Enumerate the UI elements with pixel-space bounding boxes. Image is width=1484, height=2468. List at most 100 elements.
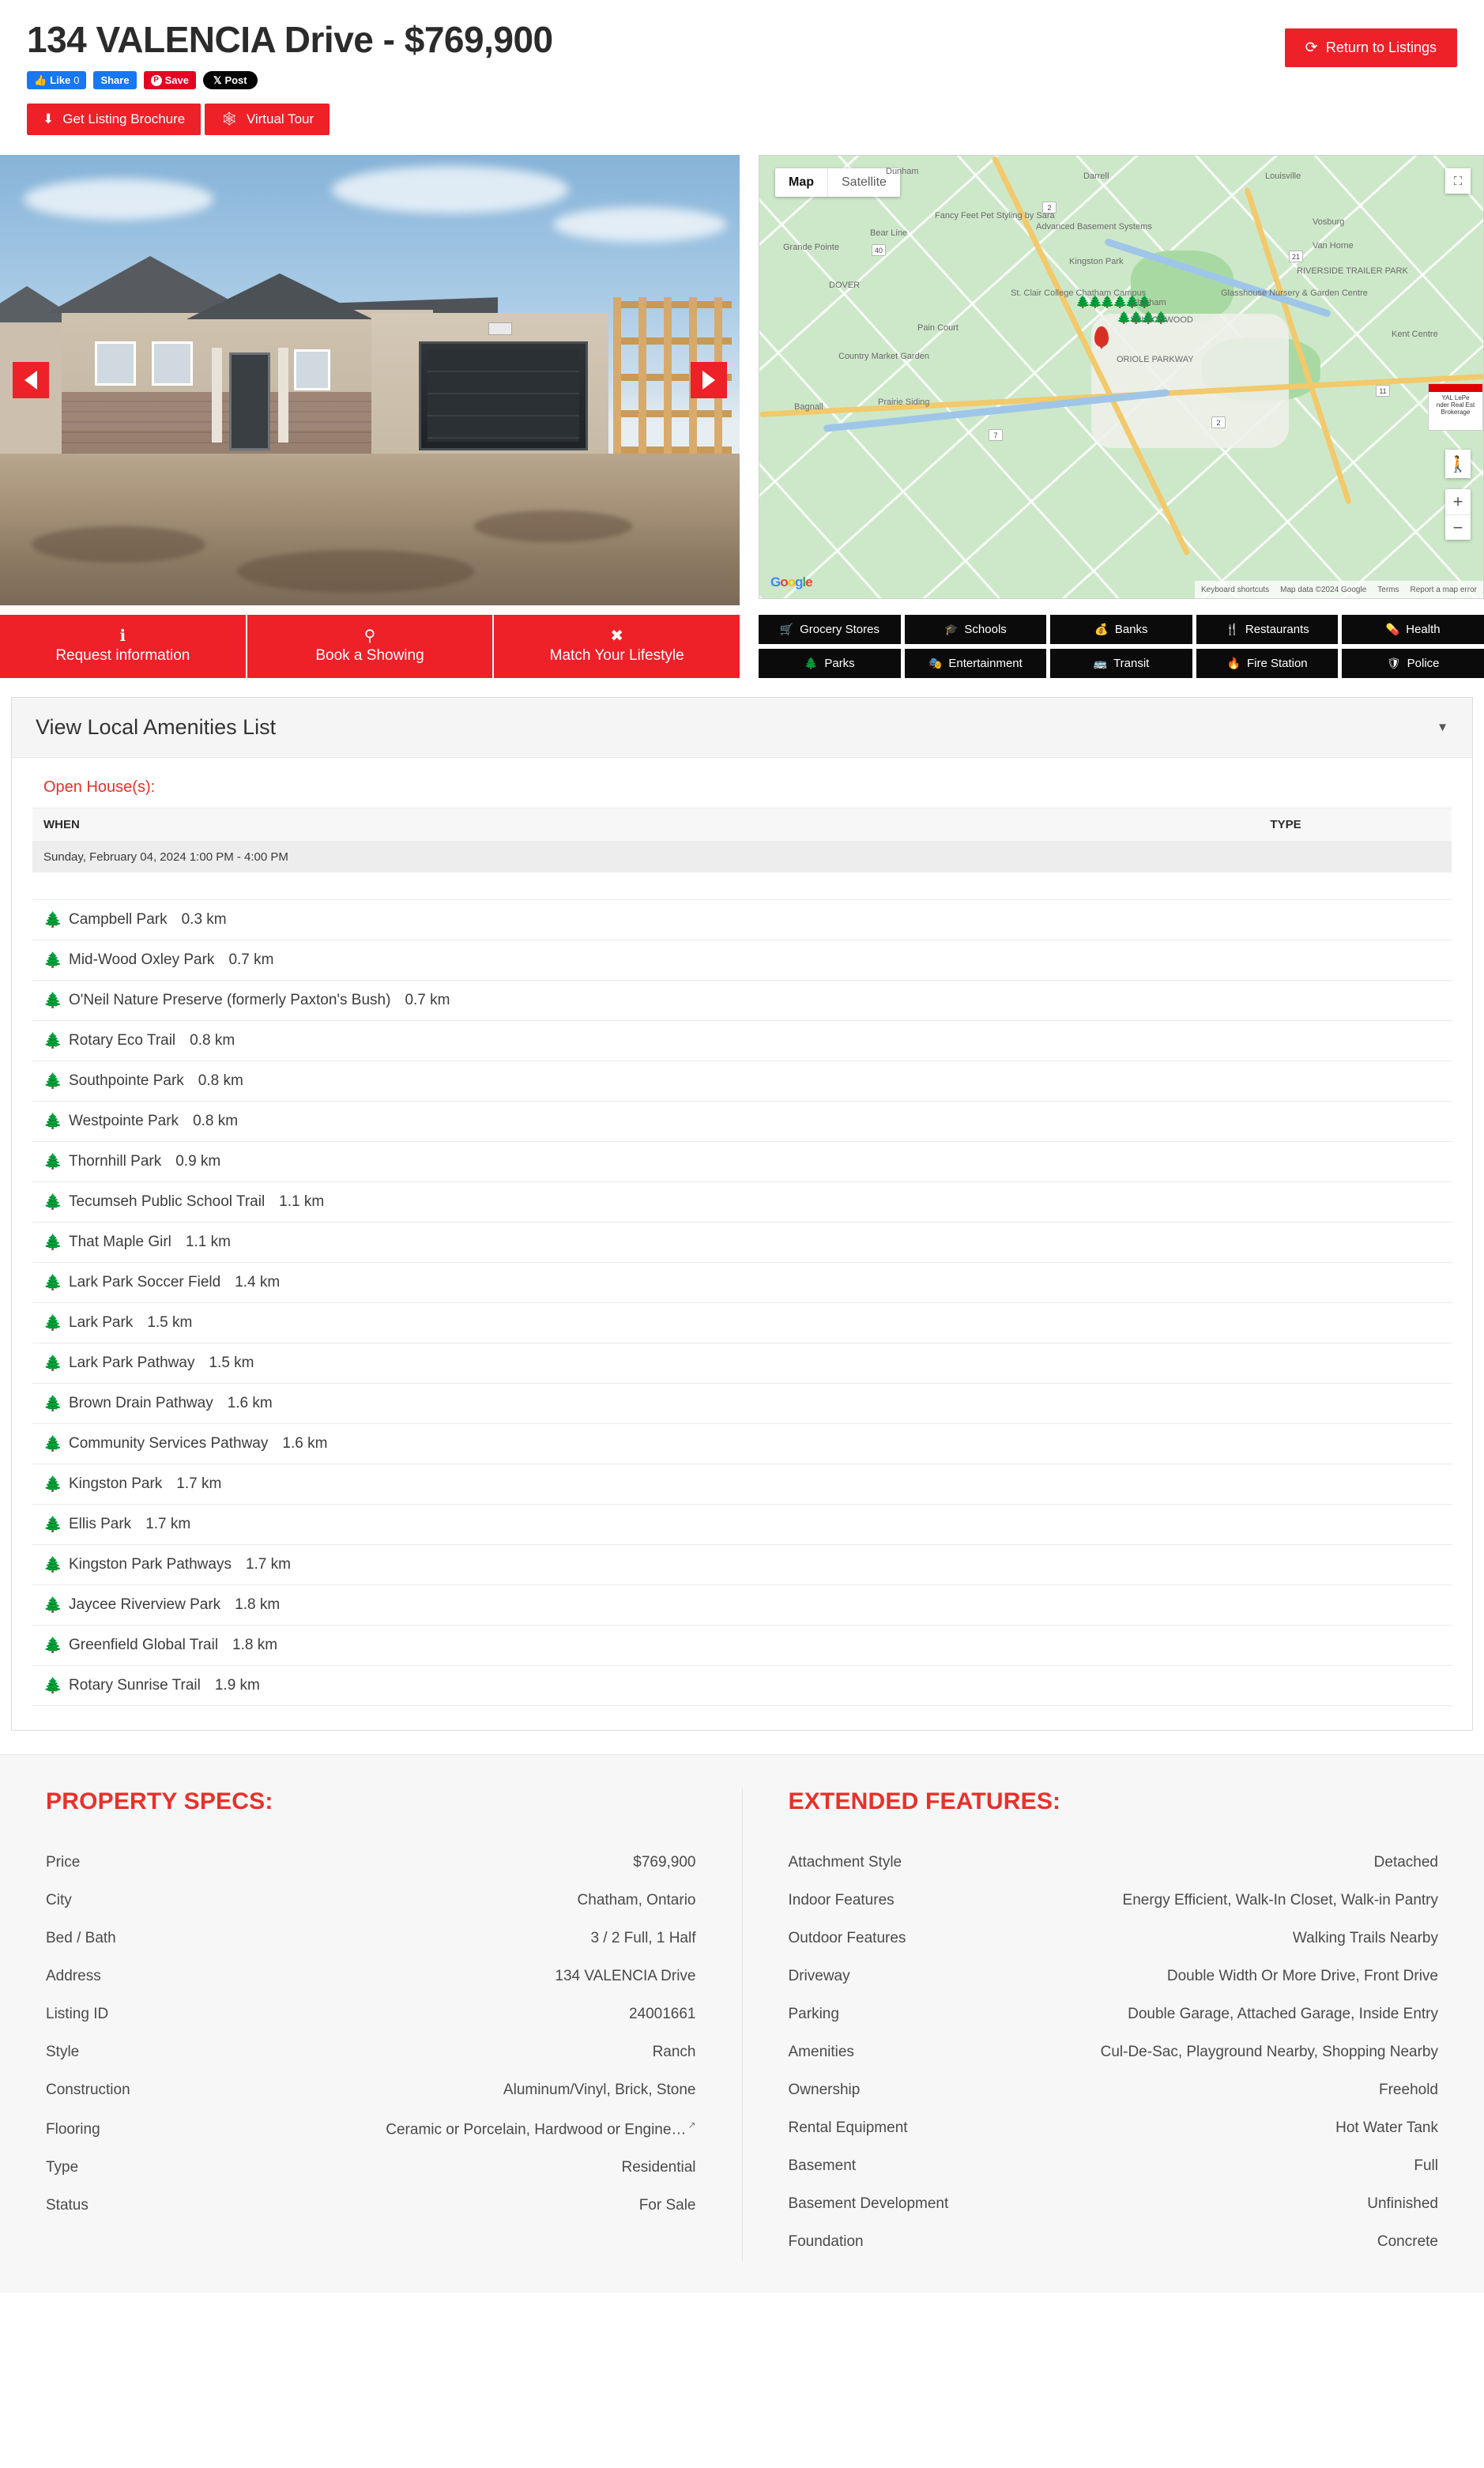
amenities-panel-header[interactable]: View Local Amenities List ▼ bbox=[12, 698, 1472, 758]
property-map-marker[interactable] bbox=[1094, 326, 1109, 347]
map-type-toggle[interactable]: Map Satellite bbox=[775, 168, 900, 197]
map-zoom-controls[interactable]: + − bbox=[1445, 489, 1471, 540]
facebook-share-button[interactable]: Share bbox=[93, 71, 137, 90]
amenity-restaurants-button[interactable]: 🍴 Restaurants bbox=[1196, 615, 1339, 644]
gallery-next-button[interactable] bbox=[691, 362, 727, 398]
request-information-label: Request information bbox=[55, 647, 190, 664]
get-listing-brochure-button[interactable]: ⬇ Get Listing Brochure bbox=[27, 104, 202, 136]
chevron-right-icon bbox=[702, 371, 715, 390]
property-spec-value: 3 / 2 Full, 1 Half bbox=[590, 1930, 696, 1946]
property-spec-row: Listing ID 24001661 bbox=[46, 1995, 696, 2033]
extended-features-title: EXTENDED FEATURES: bbox=[788, 1788, 1061, 1814]
map-report-error-link[interactable]: Report a map error bbox=[1411, 586, 1477, 594]
map-place-label: Chatham bbox=[1131, 298, 1166, 307]
porch-post bbox=[278, 348, 288, 443]
list-item[interactable]: 🌲 Lark Park 1.5 km bbox=[32, 1303, 1452, 1343]
extended-feature-row: Indoor Features Energy Efficient, Walk-In… bbox=[789, 1882, 1439, 1920]
amenity-fire-station-button[interactable]: 🔥 Fire Station bbox=[1196, 648, 1339, 678]
map-place-label: WILSONWOOD bbox=[1131, 315, 1193, 325]
undo-icon: ⟲ bbox=[1305, 40, 1318, 56]
location-map[interactable]: 🌲🌲🌲🌲🌲🌲 🌲🌲🌲🌲 40 2 21 11 2 7 Map Satellite… bbox=[759, 155, 1484, 599]
amenity-name: Kingston Park Pathways bbox=[69, 1556, 232, 1573]
map-route-shield: 7 bbox=[989, 429, 1003, 441]
map-keyboard-shortcuts-link[interactable]: Keyboard shortcuts bbox=[1201, 586, 1269, 594]
list-item[interactable]: 🌲 Campbell Park 0.3 km bbox=[32, 899, 1452, 940]
map-place-label: Dunham bbox=[886, 167, 919, 176]
amenity-entertainment-button[interactable]: 🎭 Entertainment bbox=[904, 648, 1047, 678]
property-spec-row: Address 134 VALENCIA Drive bbox=[46, 1957, 696, 1995]
map-zoom-out-button[interactable]: − bbox=[1445, 514, 1471, 540]
amenity-transit-button[interactable]: 🚌 Transit bbox=[1050, 648, 1192, 678]
list-item[interactable]: 🌲 Westpointe Park 0.8 km bbox=[32, 1102, 1452, 1142]
map-place-label: Country Market Garden bbox=[838, 352, 929, 361]
amenity-health-button[interactable]: 💊 Health bbox=[1342, 615, 1484, 644]
info-icon: ℹ bbox=[119, 627, 126, 645]
map-zoom-in-button[interactable]: + bbox=[1445, 489, 1471, 514]
list-item[interactable]: 🌲 Brown Drain Pathway 1.6 km bbox=[32, 1384, 1452, 1424]
list-item[interactable]: 🌲 Lark Park Pathway 1.5 km bbox=[32, 1343, 1452, 1384]
street-view-pegman[interactable]: 🚶 bbox=[1445, 450, 1471, 478]
map-route-shield: 11 bbox=[1376, 385, 1390, 397]
list-item[interactable]: 🌲 Lark Park Soccer Field 1.4 km bbox=[32, 1263, 1452, 1303]
amenity-name: Kingston Park bbox=[69, 1475, 163, 1492]
list-item[interactable]: 🌲 Ellis Park 1.7 km bbox=[32, 1505, 1452, 1545]
amenity-schools-button[interactable]: 🎓 Schools bbox=[904, 615, 1047, 644]
x-post-button[interactable]: 𝕏 Post bbox=[202, 71, 258, 90]
list-item[interactable]: 🌲 Kingston Park 1.7 km bbox=[32, 1464, 1452, 1505]
amenity-distance: 0.8 km bbox=[190, 1032, 235, 1049]
amenities-panel-title: View Local Amenities List bbox=[36, 715, 277, 739]
amenity-banks-button[interactable]: 💰 Banks bbox=[1050, 615, 1192, 644]
google-logo-letter: o bbox=[780, 575, 788, 590]
open-house-col-type: TYPE bbox=[1120, 808, 1452, 842]
list-item[interactable]: 🌲 That Maple Girl 1.1 km bbox=[32, 1223, 1452, 1263]
amenity-name: That Maple Girl bbox=[69, 1234, 171, 1250]
pinterest-save-button[interactable]: P Save bbox=[143, 71, 196, 90]
extended-feature-value: Full bbox=[1414, 2157, 1438, 2174]
list-item[interactable]: 🌲 Community Services Pathway 1.6 km bbox=[32, 1424, 1452, 1464]
amenity-parks-button[interactable]: 🌲 Parks bbox=[759, 648, 901, 678]
list-item[interactable]: 🌲 Thornhill Park 0.9 km bbox=[32, 1142, 1452, 1182]
extended-feature-row: Amenities Cul-De-Sac, Playground Nearby, … bbox=[789, 2033, 1439, 2071]
request-information-button[interactable]: ℹ Request information bbox=[0, 615, 247, 678]
chevron-down-icon[interactable]: ▼ bbox=[1437, 721, 1448, 734]
map-type-map[interactable]: Map bbox=[775, 168, 827, 197]
primary-actions: ℹ Request information ⚲ Book a Showing ✖… bbox=[0, 615, 740, 678]
return-to-listings-button[interactable]: ⟲ Return to Listings bbox=[1285, 28, 1457, 67]
list-item[interactable]: 🌲 Rotary Eco Trail 0.8 km bbox=[32, 1021, 1452, 1061]
list-item[interactable]: 🌲 Mid-Wood Oxley Park 0.7 km bbox=[32, 940, 1452, 981]
expand-icon[interactable]: ↗ bbox=[687, 2119, 695, 2131]
amenity-name: O'Neil Nature Preserve (formerly Paxton'… bbox=[69, 992, 391, 1008]
property-spec-value: For Sale bbox=[638, 2197, 696, 2214]
property-photo[interactable] bbox=[0, 155, 740, 605]
vr-goggles-icon: 🕸 bbox=[220, 111, 238, 127]
match-your-lifestyle-button[interactable]: ✖ Match Your Lifestyle bbox=[494, 615, 740, 678]
virtual-tour-button[interactable]: 🕸 Virtual Tour bbox=[205, 104, 330, 136]
extended-feature-row: Foundation Concrete bbox=[789, 2223, 1439, 2261]
book-a-showing-label: Book a Showing bbox=[315, 647, 424, 664]
list-item[interactable]: 🌲 Greenfield Global Trail 1.8 km bbox=[32, 1626, 1452, 1666]
list-item[interactable]: 🌲 O'Neil Nature Preserve (formerly Paxton… bbox=[32, 981, 1452, 1021]
extended-feature-key: Outdoor Features bbox=[788, 1930, 906, 1946]
gallery-prev-button[interactable] bbox=[13, 362, 49, 398]
amenity-name: Westpointe Park bbox=[69, 1113, 179, 1129]
chevron-left-icon bbox=[24, 371, 37, 390]
amenity-fire-station-label: Fire Station bbox=[1246, 656, 1308, 670]
front-door bbox=[229, 352, 270, 450]
extended-feature-value: Hot Water Tank bbox=[1335, 2119, 1438, 2136]
extended-feature-row: Driveway Double Width Or More Drive, Fron… bbox=[789, 1957, 1439, 1995]
book-a-showing-button[interactable]: ⚲ Book a Showing bbox=[247, 615, 495, 678]
list-item[interactable]: 🌲 Southpointe Park 0.8 km bbox=[32, 1061, 1452, 1102]
list-item[interactable]: 🌲 Kingston Park Pathways 1.7 km bbox=[32, 1545, 1452, 1585]
property-spec-value[interactable]: Ceramic or Porcelain, Hardwood or Engine… bbox=[386, 2119, 695, 2138]
list-item[interactable]: 🌲 Jaycee Riverview Park 1.8 km bbox=[32, 1585, 1452, 1626]
map-terms-link[interactable]: Terms bbox=[1377, 586, 1399, 594]
porch-post bbox=[212, 348, 222, 443]
amenity-distance: 0.3 km bbox=[181, 911, 227, 928]
map-fullscreen-button[interactable]: ⛶ bbox=[1445, 168, 1471, 194]
list-item[interactable]: 🌲 Tecumseh Public School Trail 1.1 km bbox=[32, 1182, 1452, 1223]
amenity-grocery-stores-button[interactable]: 🛒 Grocery Stores bbox=[759, 615, 901, 644]
list-item[interactable]: 🌲 Rotary Sunrise Trail 1.9 km bbox=[32, 1666, 1452, 1706]
bus-icon: 🚌 bbox=[1093, 656, 1108, 669]
facebook-like-button[interactable]: 👍 Like 0 bbox=[27, 71, 87, 90]
amenity-police-button[interactable]: 🛡 Police bbox=[1342, 648, 1484, 678]
